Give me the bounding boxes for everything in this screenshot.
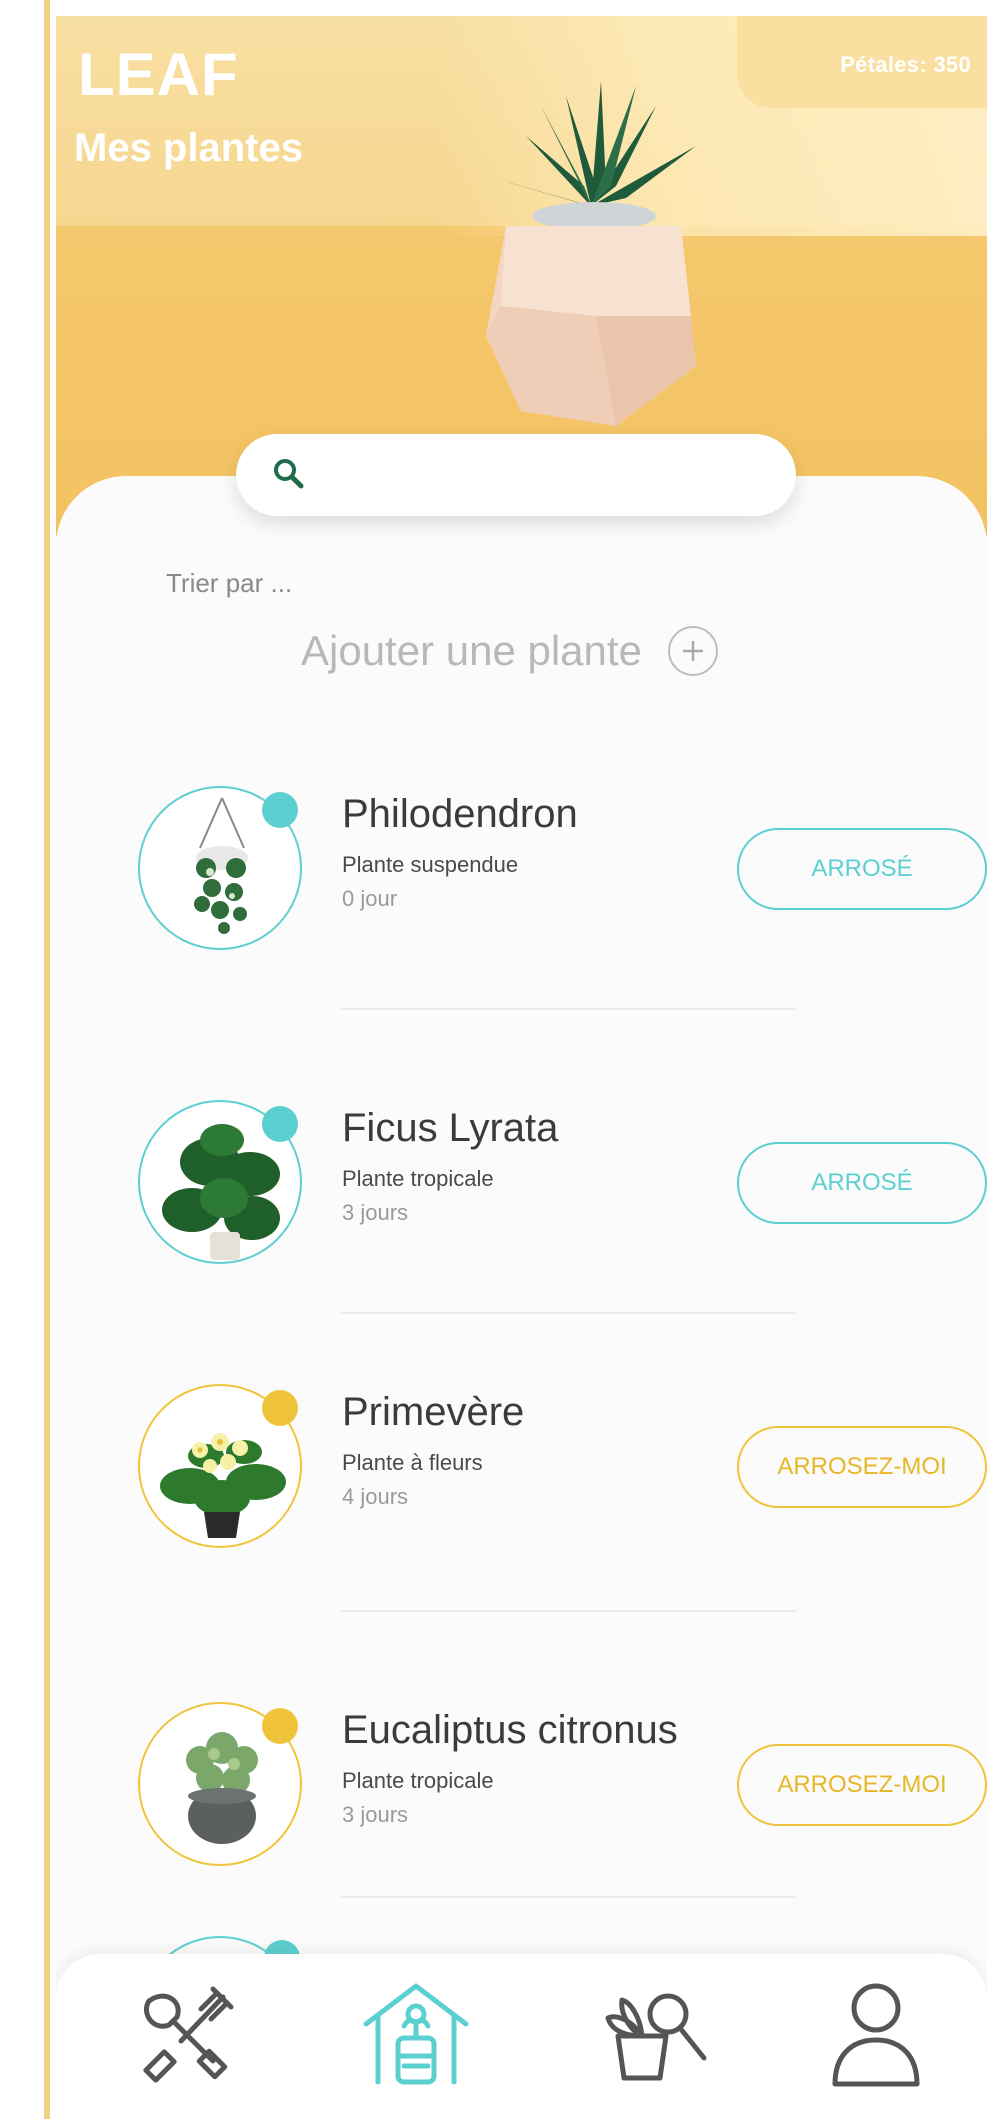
water-me-button[interactable]: ARROSEZ-MOI (737, 1426, 987, 1508)
plant-row[interactable]: Philodendron Plante suspendue 0 jour ARR… (56, 786, 987, 956)
app-logo: LEAF (78, 41, 239, 108)
left-edge (0, 0, 50, 2119)
plant-days: 3 jours (342, 1802, 409, 1827)
add-plant-label[interactable]: Ajouter une plante (301, 627, 642, 675)
status-dot (262, 792, 298, 828)
plant-thumbnail (138, 1702, 302, 1866)
bottom-nav (56, 1954, 987, 2119)
plant-thumbnail (138, 786, 302, 950)
plant-thumbnail (138, 1100, 302, 1264)
watered-button[interactable]: ARROSÉ (737, 828, 987, 910)
sort-dropdown[interactable]: Trier par ... (166, 568, 292, 599)
plant-name: Ficus Lyrata (342, 1106, 559, 1150)
watered-button[interactable]: ARROSÉ (737, 1142, 987, 1224)
plant-days: 3 jours (342, 1200, 409, 1225)
plant-row[interactable]: Eucaliptus citronus Plante tropicale 3 j… (56, 1702, 987, 1872)
plant-thumbnail (138, 1384, 302, 1548)
search-input[interactable] (322, 459, 762, 491)
search-icon (272, 457, 304, 494)
plant-row[interactable]: Ficus Lyrata Plante tropicale 3 jours AR… (56, 1100, 987, 1270)
plant-name: Eucaliptus citronus (342, 1708, 678, 1752)
nav-tools[interactable] (126, 1974, 246, 2094)
add-plant-row[interactable]: Ajouter une plante (301, 626, 718, 676)
content-card (56, 476, 987, 2119)
nav-home[interactable] (356, 1974, 476, 2094)
water-me-button[interactable]: ARROSEZ-MOI (737, 1744, 987, 1826)
nav-discover[interactable] (596, 1974, 716, 2094)
status-dot (262, 1708, 298, 1744)
profile-icon (832, 1983, 920, 2087)
divider (341, 1008, 796, 1010)
plus-icon (682, 641, 703, 661)
divider (341, 1896, 796, 1898)
plant-name: Primevère (342, 1390, 525, 1434)
divider (341, 1312, 796, 1314)
nav-profile[interactable] (816, 1974, 936, 2094)
status-dot (262, 1106, 298, 1142)
plant-type: Plante tropicale (342, 1768, 494, 1793)
hero-plant-image (466, 66, 716, 446)
plant-type: Plante suspendue (342, 852, 519, 877)
plant-days: 0 jour (342, 886, 398, 911)
plant-days: 4 jours (342, 1484, 409, 1509)
plant-type: Plante tropicale (342, 1166, 494, 1191)
plant-name: Philodendron (342, 792, 578, 836)
plant-search-icon (605, 1993, 707, 2081)
plant-row[interactable]: Primevère Plante à fleurs 4 jours ARROSE… (56, 1384, 987, 1554)
plant-type: Plante à fleurs (342, 1450, 483, 1475)
app-screen: Pétales: 350 LEAF Mes plantes Trier par … (56, 16, 987, 2119)
garden-tools-icon (143, 1986, 234, 2083)
search-bar[interactable] (236, 434, 796, 516)
petales-counter: Pétales: 350 (840, 52, 971, 77)
home-plant-icon (363, 1983, 469, 2085)
divider (341, 1610, 796, 1612)
page-title: Mes plantes (74, 126, 303, 170)
status-dot (262, 1390, 298, 1426)
add-plant-button[interactable] (667, 626, 718, 676)
